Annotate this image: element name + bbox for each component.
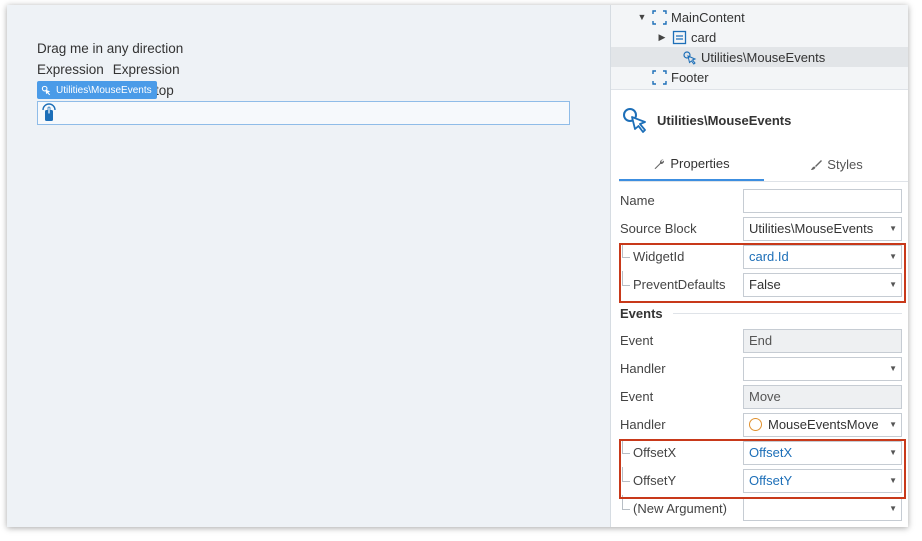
dropdown-arrow-icon: ▼ xyxy=(889,448,897,457)
offset-y-input[interactable]: OffsetY ▼ xyxy=(743,469,902,493)
source-block-select[interactable]: Utilities\MouseEvents ▼ xyxy=(743,217,902,241)
dropdown-arrow-icon: ▼ xyxy=(889,420,897,429)
canvas-text-top[interactable]: top xyxy=(155,83,174,98)
brush-icon xyxy=(811,159,823,170)
tree-label: card xyxy=(691,29,717,45)
divider xyxy=(672,312,902,314)
prop-label: WidgetId xyxy=(633,249,685,264)
card-icon xyxy=(672,30,687,44)
container-icon xyxy=(652,9,667,25)
mouse-events-icon xyxy=(41,85,51,95)
field-value: OffsetY xyxy=(749,473,793,488)
prop-event-move: Event Move xyxy=(611,383,908,411)
selected-widget-tag[interactable]: Utilities\MouseEvents xyxy=(37,81,157,99)
prop-label: Event xyxy=(620,389,654,404)
tree-connector xyxy=(622,439,630,454)
tree-label: MainContent xyxy=(671,9,745,25)
prop-label: Source Block xyxy=(620,221,697,236)
prop-offset-x: OffsetX OffsetX ▼ xyxy=(611,439,908,467)
container-icon xyxy=(652,69,667,85)
tree-item-mouseevents[interactable]: Utilities\MouseEvents xyxy=(611,47,908,67)
dropdown-arrow-icon: ▼ xyxy=(889,476,897,485)
prop-label: PreventDefaults xyxy=(633,277,726,292)
widget-id-input[interactable]: card.Id ▼ xyxy=(743,245,902,269)
design-canvas[interactable]: Drag me in any direction Expression Expre… xyxy=(7,5,610,527)
chevron-right-icon[interactable]: ▶ xyxy=(657,32,667,43)
event-move-field: Move xyxy=(743,385,902,409)
mouse-events-icon xyxy=(623,108,646,133)
dropdown-arrow-icon: ▼ xyxy=(889,280,897,289)
prop-widget-id: WidgetId card.Id ▼ xyxy=(611,243,908,271)
prop-label: OffsetY xyxy=(633,473,677,488)
tree-connector xyxy=(622,271,630,286)
tab-styles[interactable]: Styles xyxy=(764,148,908,181)
dropdown-arrow-icon: ▼ xyxy=(889,504,897,513)
prop-source-block: Source Block Utilities\MouseEvents ▼ xyxy=(611,215,908,243)
mouse-events-widget[interactable] xyxy=(37,101,570,125)
app-window: Drag me in any direction Expression Expre… xyxy=(7,5,908,527)
handler-end-select[interactable]: ▼ xyxy=(743,357,902,381)
canvas-text-drag-me[interactable]: Drag me in any direction xyxy=(37,41,183,56)
field-value: False xyxy=(749,277,781,292)
widget-tag-label: Utilities\MouseEvents xyxy=(56,84,152,96)
action-circle-icon xyxy=(749,418,762,431)
tree-label: Utilities\MouseEvents xyxy=(701,49,826,65)
prop-label: (New Argument) xyxy=(633,501,727,516)
field-value: MouseEventsMove xyxy=(768,417,879,432)
properties-panel: ▼ MainContent ▶ card Utilities\MouseEven… xyxy=(610,5,908,527)
prop-name: Name xyxy=(611,187,908,215)
tab-label: Properties xyxy=(670,156,730,171)
prop-label: Handler xyxy=(620,361,666,376)
dropdown-arrow-icon: ▼ xyxy=(889,224,897,233)
event-end-field: End xyxy=(743,329,902,353)
widget-tree: ▼ MainContent ▶ card Utilities\MouseEven… xyxy=(611,5,908,90)
field-value: card.Id xyxy=(749,249,789,264)
prop-label: Handler xyxy=(620,417,666,432)
panel-tabs: Properties Styles xyxy=(619,148,908,182)
events-section-header: Events xyxy=(620,305,902,321)
offset-x-input[interactable]: OffsetX ▼ xyxy=(743,441,902,465)
section-title: Events xyxy=(620,305,663,321)
tab-properties[interactable]: Properties xyxy=(619,148,764,181)
chevron-down-icon[interactable]: ▼ xyxy=(637,12,647,22)
panel-title: Utilities\MouseEvents xyxy=(657,112,792,128)
dropdown-arrow-icon: ▼ xyxy=(889,252,897,261)
tab-label: Styles xyxy=(827,157,863,172)
selected-widget-header: Utilities\MouseEvents xyxy=(611,102,908,138)
expression-1[interactable]: Expression xyxy=(37,62,104,77)
prop-offset-y: OffsetY OffsetY ▼ xyxy=(611,467,908,495)
tree-label: Footer xyxy=(671,69,709,85)
tree-item-footer[interactable]: Footer xyxy=(611,67,908,87)
tree-item-maincontent[interactable]: ▼ MainContent xyxy=(611,7,908,27)
canvas-expressions: Expression Expression xyxy=(37,62,189,77)
handler-move-select[interactable]: MouseEventsMove ▼ xyxy=(743,413,902,437)
field-value: Utilities\MouseEvents xyxy=(749,221,874,236)
field-value: OffsetX xyxy=(749,445,793,460)
prop-prevent-defaults: PreventDefaults False ▼ xyxy=(611,271,908,299)
new-argument-input[interactable]: ▼ xyxy=(743,497,902,521)
tree-connector xyxy=(622,495,630,510)
tree-item-card[interactable]: ▶ card xyxy=(611,27,908,47)
mouse-events-icon xyxy=(683,50,697,65)
prop-new-argument: (New Argument) ▼ xyxy=(611,495,908,523)
prop-label: Event xyxy=(620,333,654,348)
touch-icon xyxy=(42,103,56,121)
prop-handler-move: Handler MouseEventsMove ▼ xyxy=(611,411,908,439)
prevent-defaults-select[interactable]: False ▼ xyxy=(743,273,902,297)
name-input[interactable] xyxy=(743,189,902,213)
prop-event-end: Event End xyxy=(611,327,908,355)
tree-connector xyxy=(622,243,630,258)
prop-label: OffsetX xyxy=(633,445,677,460)
dropdown-arrow-icon: ▼ xyxy=(889,364,897,373)
tree-connector xyxy=(622,467,630,482)
prop-label: Name xyxy=(620,193,655,208)
expression-2[interactable]: Expression xyxy=(113,62,180,77)
wrench-icon xyxy=(654,158,665,169)
prop-handler-end: Handler ▼ xyxy=(611,355,908,383)
